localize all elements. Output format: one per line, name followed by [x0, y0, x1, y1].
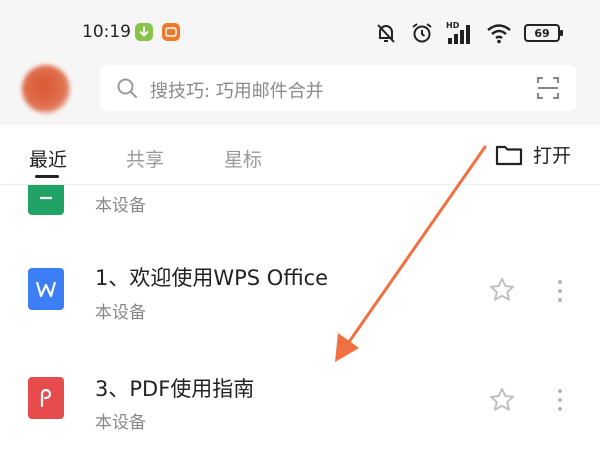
battery-indicator: 69	[524, 24, 563, 42]
pdf-icon	[28, 377, 64, 419]
more-options-icon[interactable]	[553, 389, 567, 411]
cellular-signal-icon: HD	[446, 21, 474, 45]
mi-app-notification-icon	[162, 23, 180, 41]
alarm-icon	[412, 23, 432, 43]
search-icon	[117, 78, 137, 98]
tab-bar: 最近 共享 星标 打开	[0, 125, 600, 185]
list-item[interactable]: 3、PDF使用指南 本设备	[0, 347, 600, 450]
tab-shared[interactable]: 共享	[126, 145, 164, 172]
star-icon[interactable]	[488, 185, 516, 187]
mute-icon	[377, 24, 395, 43]
star-icon[interactable]	[488, 276, 516, 304]
file-location: 本设备	[95, 413, 146, 433]
download-notification-icon	[135, 23, 153, 41]
tab-starred[interactable]: 星标	[224, 145, 262, 172]
active-tab-indicator	[35, 175, 59, 178]
file-location: 本设备	[95, 196, 146, 216]
recent-file-list: 本设备 1、欢迎使用WPS Office 本设备 3、PDF使用指南 本设备	[0, 185, 600, 450]
avatar[interactable]	[22, 65, 70, 113]
xlsx-icon	[28, 185, 64, 215]
search-placeholder: 搜技巧: 巧用邮件合并	[150, 81, 324, 102]
file-location: 本设备	[95, 303, 146, 323]
tab-recent[interactable]: 最近	[29, 145, 67, 172]
star-icon[interactable]	[488, 386, 516, 414]
open-button-label: 打开	[533, 145, 572, 167]
folder-icon	[495, 145, 523, 165]
word-icon	[28, 268, 64, 310]
list-item[interactable]: 1、欢迎使用WPS Office 本设备	[0, 238, 600, 346]
battery-level: 69	[534, 26, 550, 40]
status-bar: 10:19 HD 69	[0, 0, 600, 62]
scan-icon[interactable]	[536, 76, 560, 100]
open-button[interactable]: 打开	[495, 141, 571, 168]
system-icons: HD 69	[374, 20, 563, 46]
wifi-icon	[487, 24, 511, 44]
search-bar[interactable]: 搜技巧: 巧用邮件合并	[100, 65, 576, 111]
status-time: 10:19	[82, 22, 131, 42]
more-options-icon[interactable]	[553, 280, 567, 302]
file-title: 1、欢迎使用WPS Office	[95, 266, 329, 290]
file-title: 3、PDF使用指南	[95, 377, 255, 401]
